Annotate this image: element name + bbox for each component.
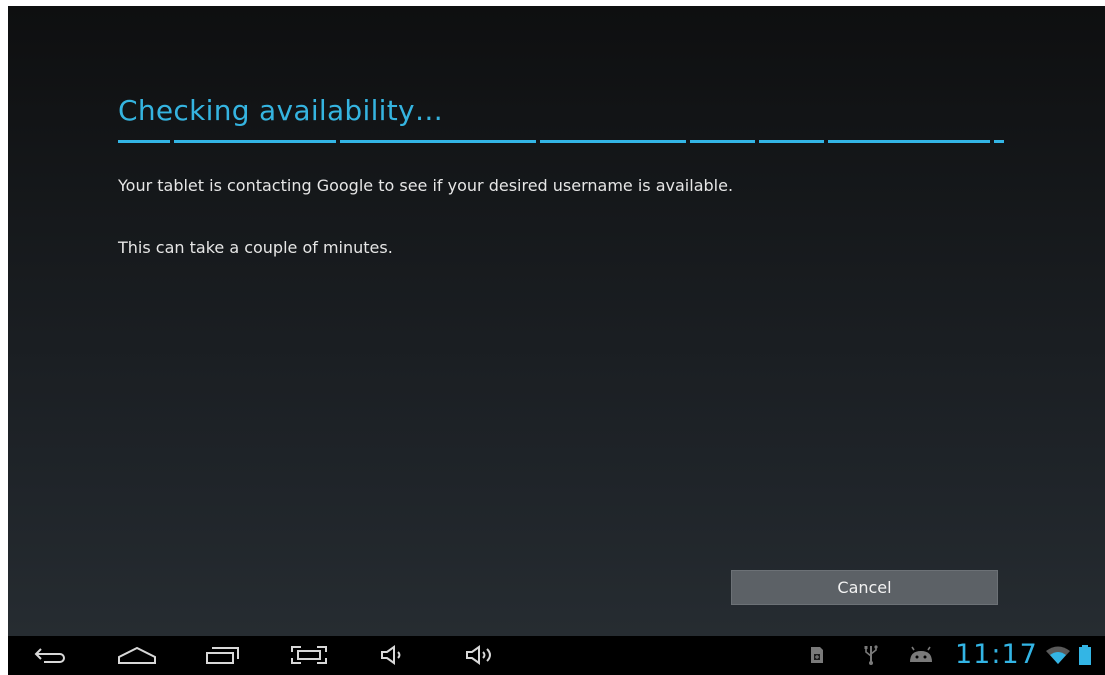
back-button[interactable] bbox=[30, 642, 70, 672]
page-title: Checking availability… bbox=[118, 94, 444, 127]
progress-segment bbox=[118, 140, 170, 143]
screenshot-icon bbox=[289, 644, 329, 670]
recent-apps-button[interactable] bbox=[203, 642, 243, 672]
progress-segment bbox=[174, 140, 336, 143]
sd-card-icon bbox=[809, 645, 825, 669]
volume-down-icon bbox=[379, 644, 409, 670]
volume-up-button[interactable] bbox=[463, 642, 499, 672]
recent-apps-icon bbox=[204, 645, 242, 669]
wifi-icon bbox=[1045, 645, 1071, 669]
progress-segment bbox=[759, 140, 824, 143]
progress-segment bbox=[690, 140, 755, 143]
back-icon bbox=[32, 645, 68, 669]
usb-icon bbox=[862, 644, 880, 670]
volume-down-button[interactable] bbox=[378, 642, 410, 672]
battery-status bbox=[1075, 642, 1095, 672]
dialog-content: Checking availability… Your tablet is co… bbox=[8, 6, 1105, 636]
sd-card-status bbox=[806, 642, 828, 672]
indeterminate-progress-bar bbox=[118, 140, 1004, 144]
system-navigation-bar: 11:17 bbox=[8, 636, 1105, 675]
battery-icon bbox=[1078, 644, 1092, 670]
android-debug-status bbox=[906, 642, 936, 672]
cancel-button[interactable]: Cancel bbox=[731, 570, 998, 605]
progress-segment bbox=[340, 140, 536, 143]
progress-segment bbox=[540, 140, 686, 143]
tablet-screen: Checking availability… Your tablet is co… bbox=[8, 6, 1105, 675]
home-icon bbox=[116, 645, 158, 669]
volume-up-icon bbox=[464, 644, 498, 670]
wait-message: This can take a couple of minutes. bbox=[118, 238, 393, 257]
wifi-status bbox=[1044, 642, 1072, 672]
usb-status bbox=[860, 642, 882, 672]
status-message: Your tablet is contacting Google to see … bbox=[118, 176, 734, 195]
status-clock: 11:17 bbox=[955, 639, 1038, 670]
progress-segment bbox=[828, 140, 990, 143]
home-button[interactable] bbox=[115, 642, 159, 672]
screenshot-button[interactable] bbox=[288, 642, 330, 672]
progress-segment bbox=[994, 140, 1004, 143]
android-debug-icon bbox=[907, 646, 935, 668]
